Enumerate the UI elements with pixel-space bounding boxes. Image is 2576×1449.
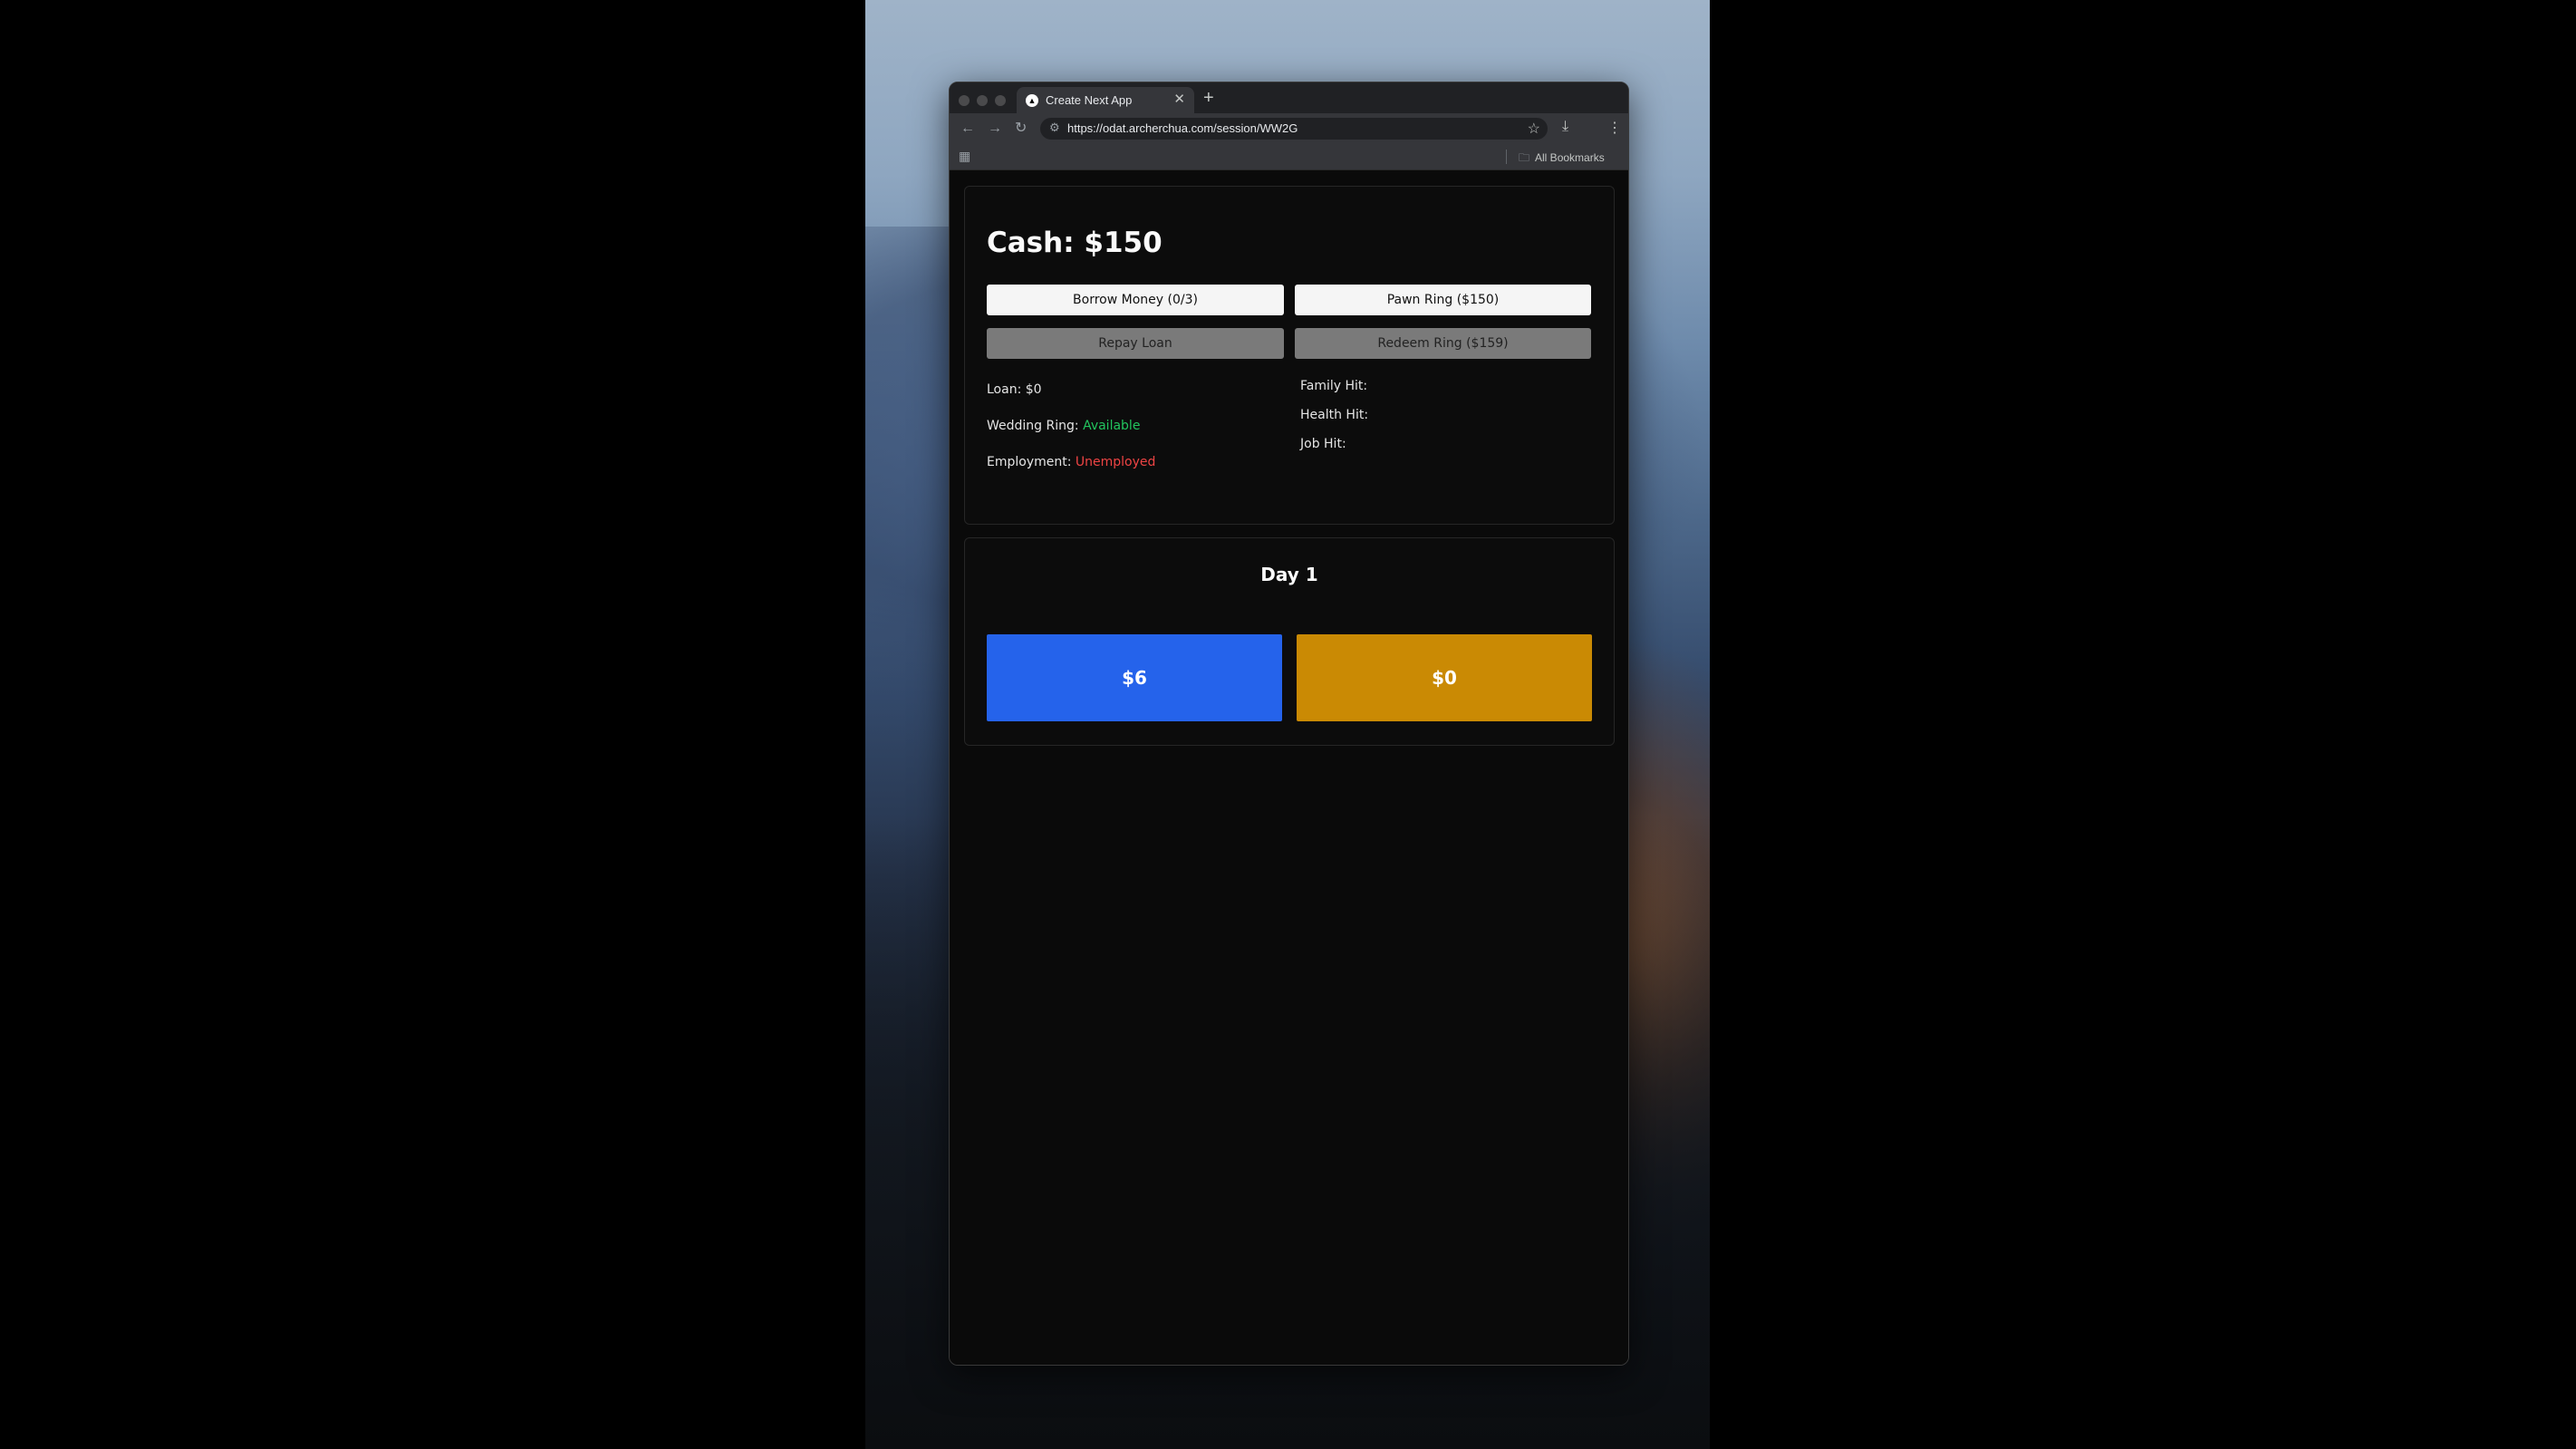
choice-button-blue[interactable]: $6 [987,634,1282,721]
site-settings-icon[interactable]: ⚙ [1049,121,1060,135]
download-icon[interactable]: ⤓ [1562,119,1568,135]
choice-button-gold[interactable]: $0 [1297,634,1592,721]
address-bar[interactable]: ⚙ https://odat.archerchua.com/session/WW… [1040,118,1548,140]
page-content: Cash: $150 Borrow Money (0/3) Pawn Ring … [950,170,1628,1365]
employment-value: Unemployed [1075,455,1156,469]
family-hit-label: Family Hit: [1300,379,1368,393]
employment-label: Employment: [987,455,1076,469]
back-icon[interactable]: ← [960,120,975,138]
pawn-ring-button[interactable]: Pawn Ring ($150) [1295,285,1591,315]
employment-status: Employment: Unemployed [987,455,1155,469]
close-window-dot[interactable] [959,95,970,106]
browser-window: ▲ Create Next App ✕ + ← → ↻ ⚙ https://od… [949,82,1629,1366]
redeem-ring-button[interactable]: Redeem Ring ($159) [1295,328,1591,359]
all-bookmarks-button[interactable]: 🗀 All Bookmarks [1519,150,1605,169]
wedding-ring-value: Available [1083,419,1141,433]
menu-kebab-icon[interactable]: ⋮ [1607,119,1622,137]
folder-icon: 🗀 [1519,151,1530,164]
borrow-money-button[interactable]: Borrow Money (0/3) [987,285,1284,315]
health-hit-label: Health Hit: [1300,408,1369,422]
close-icon[interactable]: ✕ [1173,92,1185,108]
maximize-window-dot[interactable] [995,95,1006,106]
cash-heading: Cash: $150 [987,227,1163,259]
bookmarks-divider [1506,150,1507,164]
tab-title: Create Next App [1046,93,1133,107]
browser-tab[interactable]: ▲ Create Next App ✕ [1017,87,1194,113]
new-tab-icon[interactable]: + [1203,88,1214,108]
tab-bar: ▲ Create Next App ✕ + [950,82,1628,113]
day-card: Day 1 $6 $0 [964,537,1615,746]
wedding-ring-status: Wedding Ring: Available [987,419,1140,433]
repay-loan-button[interactable]: Repay Loan [987,328,1284,359]
bookmarks-bar: ▦ 🗀 All Bookmarks [950,144,1628,170]
url-text[interactable]: https://odat.archerchua.com/session/WW2G [1067,121,1298,135]
star-icon[interactable]: ☆ [1528,120,1540,138]
apps-grid-icon[interactable]: ▦ [959,149,970,164]
day-title: Day 1 [1260,564,1318,585]
wedding-ring-label: Wedding Ring: [987,419,1084,433]
minimize-window-dot[interactable] [977,95,988,106]
loan-status: Loan: $0 [987,382,1042,397]
browser-toolbar: ← → ↻ ⚙ https://odat.archerchua.com/sess… [950,113,1628,144]
forward-icon[interactable]: → [988,120,1002,138]
status-card: Cash: $150 Borrow Money (0/3) Pawn Ring … [964,186,1615,525]
reload-icon[interactable]: ↻ [1015,120,1027,138]
nextjs-favicon-icon: ▲ [1026,94,1038,107]
job-hit-label: Job Hit: [1300,437,1346,451]
all-bookmarks-label: All Bookmarks [1535,151,1605,164]
